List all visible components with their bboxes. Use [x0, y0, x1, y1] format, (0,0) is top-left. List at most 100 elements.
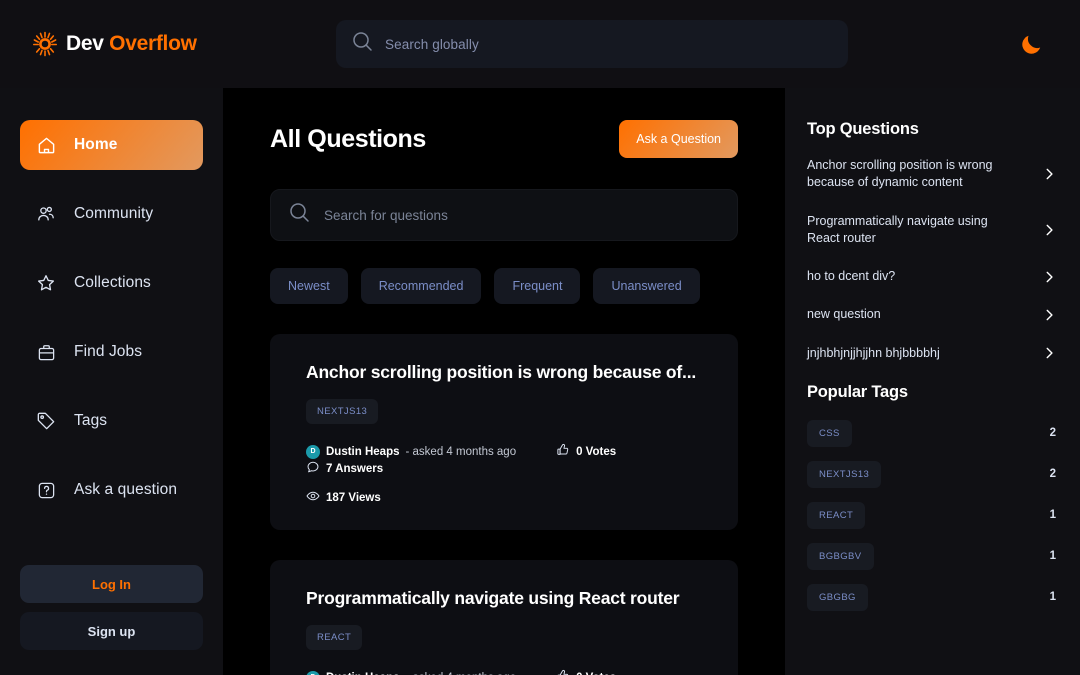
sidebar-item-collections[interactable]: Collections — [20, 258, 203, 308]
question-meta-secondary: 187 Views — [306, 489, 702, 506]
logo-dev-text: Dev — [66, 32, 104, 55]
question-tags: REACT — [306, 625, 702, 650]
top-question-item[interactable]: Programmatically navigate using React ro… — [807, 213, 1056, 248]
author-name: Dustin Heaps — [326, 445, 400, 458]
question-card[interactable]: Anchor scrolling position is wrong becau… — [270, 334, 738, 530]
avatar: D — [306, 444, 320, 459]
sidebar-item-label: Ask a question — [74, 481, 178, 498]
question-tag[interactable]: REACT — [306, 625, 363, 650]
question-meta: D Dustin Heaps - asked 4 months ago 0 Vo… — [306, 669, 702, 675]
sidebar-item-community[interactable]: Community — [20, 189, 203, 239]
chevron-right-icon — [1042, 346, 1056, 360]
filter-tabs: Newest Recommended Frequent Unanswered — [270, 268, 738, 304]
top-question-text: new question — [807, 307, 881, 322]
answers-stat: 7 Answers — [306, 460, 383, 477]
popular-tag-item[interactable]: CSS 2 — [807, 419, 1056, 447]
sidebar-item-find-jobs[interactable]: Find Jobs — [20, 327, 203, 377]
search-icon — [289, 202, 310, 228]
logo-label: Dev Overflow — [66, 32, 197, 56]
top-question-item[interactable]: ho to dcent div? — [807, 268, 1056, 285]
top-questions-list: Anchor scrolling position is wrong becau… — [807, 157, 1056, 362]
popular-tags-title: Popular Tags — [807, 382, 908, 401]
filter-unanswered[interactable]: Unanswered — [593, 268, 700, 304]
star-icon — [36, 273, 56, 293]
question-author[interactable]: D Dustin Heaps - asked 4 months ago — [306, 670, 517, 675]
left-sidebar: Home Community Collections Find Jobs Tag… — [0, 88, 223, 675]
popular-tags-list: CSS 2 NEXTJS13 2 REACT 1 BGBGBV 1 GBGBG … — [807, 419, 1056, 611]
thumbs-up-icon — [556, 443, 570, 460]
sidebar-item-home[interactable]: Home — [20, 120, 203, 170]
sidebar-item-tags[interactable]: Tags — [20, 396, 203, 446]
popular-tag-item[interactable]: REACT 1 — [807, 501, 1056, 529]
main-content: All Questions Ask a Question Search for … — [223, 88, 785, 675]
popular-tag-name[interactable]: CSS — [807, 419, 852, 447]
auth-buttons: Log In Sign up — [20, 565, 203, 659]
popular-tag-name[interactable]: NEXTJS13 — [807, 460, 882, 488]
top-question-text: Anchor scrolling position is wrong becau… — [807, 158, 993, 190]
question-meta: D Dustin Heaps - asked 4 months ago 0 Vo… — [306, 443, 702, 477]
sidebar-item-label: Community — [74, 205, 154, 222]
sidebar-item-label: Collections — [74, 274, 151, 291]
briefcase-icon — [36, 342, 56, 362]
popular-tag-count: 1 — [1049, 509, 1056, 522]
chevron-right-icon — [1042, 167, 1056, 181]
tag-icon — [36, 411, 56, 431]
popular-tag-name[interactable]: GBGBG — [807, 583, 868, 611]
popular-tag-name[interactable]: BGBGBV — [807, 542, 874, 570]
popular-tag-item[interactable]: BGBGBV 1 — [807, 542, 1056, 570]
answers-value: 7 Answers — [326, 462, 384, 475]
question-author[interactable]: D Dustin Heaps - asked 4 months ago — [306, 444, 517, 459]
question-mark-icon — [36, 480, 56, 500]
popular-tag-count: 2 — [1049, 468, 1056, 481]
thumbs-up-icon — [556, 669, 570, 675]
eye-icon — [306, 489, 320, 506]
sidebar-item-label: Tags — [74, 412, 108, 429]
popular-tag-count: 2 — [1049, 427, 1056, 440]
sidebar-item-label: Home — [74, 136, 118, 153]
login-button[interactable]: Log In — [20, 565, 203, 603]
question-title[interactable]: Anchor scrolling position is wrong becau… — [306, 362, 702, 383]
votes-value: 0 Votes — [576, 445, 617, 458]
popular-tag-name[interactable]: REACT — [807, 501, 866, 529]
chevron-right-icon — [1042, 223, 1056, 237]
question-search-placeholder: Search for questions — [324, 207, 448, 223]
votes-stat: 0 Votes — [556, 669, 616, 675]
chevron-right-icon — [1042, 270, 1056, 284]
question-card[interactable]: Programmatically navigate using React ro… — [270, 560, 738, 675]
question-tag[interactable]: NEXTJS13 — [306, 399, 379, 424]
question-search-bar[interactable]: Search for questions — [270, 189, 738, 241]
app-logo[interactable]: Dev Overflow — [32, 31, 312, 57]
filter-newest[interactable]: Newest — [270, 268, 348, 304]
votes-value: 0 Votes — [576, 672, 616, 675]
popular-tag-item[interactable]: GBGBG 1 — [807, 583, 1056, 611]
message-icon — [306, 460, 320, 477]
popular-tag-count: 1 — [1049, 550, 1056, 563]
popular-tag-item[interactable]: NEXTJS13 2 — [807, 460, 1056, 488]
filter-frequent[interactable]: Frequent — [494, 268, 581, 304]
top-question-text: Programmatically navigate using React ro… — [807, 213, 988, 245]
votes-stat: 0 Votes — [556, 443, 616, 460]
navbar: Dev Overflow Search globally — [0, 0, 1080, 88]
question-title[interactable]: Programmatically navigate using React ro… — [306, 588, 702, 609]
popular-tag-count: 1 — [1049, 591, 1056, 604]
moon-icon[interactable] — [1018, 32, 1044, 58]
search-icon — [352, 31, 373, 57]
global-search-bar[interactable]: Search globally — [336, 20, 848, 68]
top-question-item[interactable]: Anchor scrolling position is wrong becau… — [807, 157, 1056, 192]
main-header: All Questions Ask a Question — [270, 118, 738, 160]
avatar: D — [306, 670, 320, 675]
page-title: All Questions — [270, 124, 426, 153]
question-tags: NEXTJS13 — [306, 399, 702, 424]
top-question-item[interactable]: jnjhbhjnjjhjjhn bhjbbbbhj — [807, 345, 1056, 362]
sidebar-item-ask-a-question[interactable]: Ask a question — [20, 465, 203, 515]
home-icon — [36, 135, 56, 155]
ask-a-question-button[interactable]: Ask a Question — [619, 120, 738, 158]
views-value: 187 Views — [326, 491, 381, 504]
asked-time: - asked 4 months ago — [406, 672, 517, 675]
signup-button[interactable]: Sign up — [20, 612, 203, 650]
sidebar-item-label: Find Jobs — [74, 343, 143, 360]
top-question-item[interactable]: new question — [807, 306, 1056, 323]
asked-time: - asked 4 months ago — [405, 445, 517, 458]
filter-recommended[interactable]: Recommended — [360, 268, 482, 304]
chevron-right-icon — [1042, 308, 1056, 322]
